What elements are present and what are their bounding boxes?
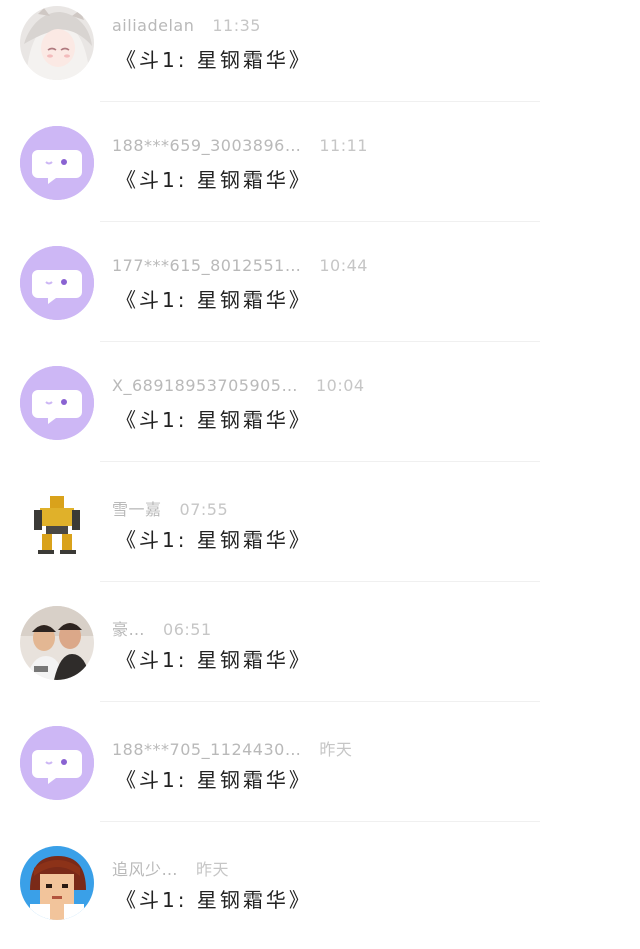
avatar[interactable] <box>20 486 94 560</box>
robot-figure-icon <box>20 486 94 560</box>
username[interactable]: 177***615_8012551… <box>112 256 301 275</box>
message-text: 《斗1: 星钢霜华》 <box>116 168 312 192</box>
message-text: 《斗1: 星钢霜华》 <box>116 888 312 912</box>
avatar[interactable] <box>20 6 94 80</box>
message-meta: ailiadelan 11:35 <box>112 16 261 35</box>
message-meta: 177***615_8012551… 10:44 <box>112 256 368 275</box>
list-item[interactable]: ailiadelan 11:35 《斗1: 星钢霜华》 <box>0 0 640 102</box>
username[interactable]: 追风少… <box>112 860 178 879</box>
chat-bubble-icon <box>20 726 94 800</box>
avatar[interactable] <box>20 846 94 920</box>
chat-bubble-icon <box>20 366 94 440</box>
list-item[interactable]: 188***705_1124430… 昨天 《斗1: 星钢霜华》 <box>0 702 640 822</box>
message-text: 《斗1: 星钢霜华》 <box>116 648 312 672</box>
avatar[interactable] <box>20 246 94 320</box>
username[interactable]: 188***659_3003896… <box>112 136 301 155</box>
message-meta: 188***659_3003896… 11:11 <box>112 136 368 155</box>
message-text: 《斗1: 星钢霜华》 <box>116 48 312 72</box>
timestamp: 昨天 <box>196 860 230 879</box>
message-text: 《斗1: 星钢霜华》 <box>116 528 312 552</box>
pixel-portrait-icon <box>20 846 94 920</box>
message-text: 《斗1: 星钢霜华》 <box>116 768 312 792</box>
chat-bubble-icon <box>20 126 94 200</box>
timestamp: 06:51 <box>163 620 212 639</box>
avatar[interactable] <box>20 366 94 440</box>
timestamp: 10:04 <box>315 376 365 395</box>
list-item[interactable]: 雪一嘉 07:55 《斗1: 星钢霜华》 <box>0 462 640 582</box>
message-text: 《斗1: 星钢霜华》 <box>116 408 312 432</box>
list-item[interactable]: X_68918953705905… 10:04 《斗1: 星钢霜华》 <box>0 342 640 462</box>
list-item[interactable]: 188***659_3003896… 11:11 《斗1: 星钢霜华》 <box>0 102 640 222</box>
timestamp: 11:35 <box>212 16 261 35</box>
list-item[interactable]: 177***615_8012551… 10:44 《斗1: 星钢霜华》 <box>0 222 640 342</box>
message-meta: 豪… 06:51 <box>112 616 212 640</box>
username[interactable]: ailiadelan <box>112 16 194 35</box>
timestamp: 07:55 <box>179 500 229 519</box>
avatar[interactable] <box>20 606 94 680</box>
message-meta: 追风少… 昨天 <box>112 856 229 880</box>
list-item[interactable]: 豪… 06:51 《斗1: 星钢霜华》 <box>0 582 640 702</box>
message-meta: 雪一嘉 07:55 <box>112 496 228 520</box>
avatar[interactable] <box>20 126 94 200</box>
avatar[interactable] <box>20 726 94 800</box>
username[interactable]: 豪… <box>112 620 145 639</box>
chat-bubble-icon <box>20 246 94 320</box>
timestamp: 昨天 <box>319 740 353 759</box>
anime-portrait-icon <box>20 6 94 80</box>
username[interactable]: 188***705_1124430… <box>112 740 301 759</box>
timestamp: 10:44 <box>319 256 368 275</box>
list-item[interactable]: 追风少… 昨天 《斗1: 星钢霜华》 <box>0 822 640 942</box>
message-text: 《斗1: 星钢霜华》 <box>116 288 312 312</box>
timestamp: 11:11 <box>319 136 368 155</box>
message-list: ailiadelan 11:35 《斗1: 星钢霜华》 188***659_300… <box>0 0 640 949</box>
two-people-photo-icon <box>20 606 94 680</box>
message-meta: 188***705_1124430… 昨天 <box>112 736 352 760</box>
username[interactable]: 雪一嘉 <box>112 500 162 519</box>
username[interactable]: X_68918953705905… <box>112 376 298 395</box>
message-meta: X_68918953705905… 10:04 <box>112 376 365 395</box>
